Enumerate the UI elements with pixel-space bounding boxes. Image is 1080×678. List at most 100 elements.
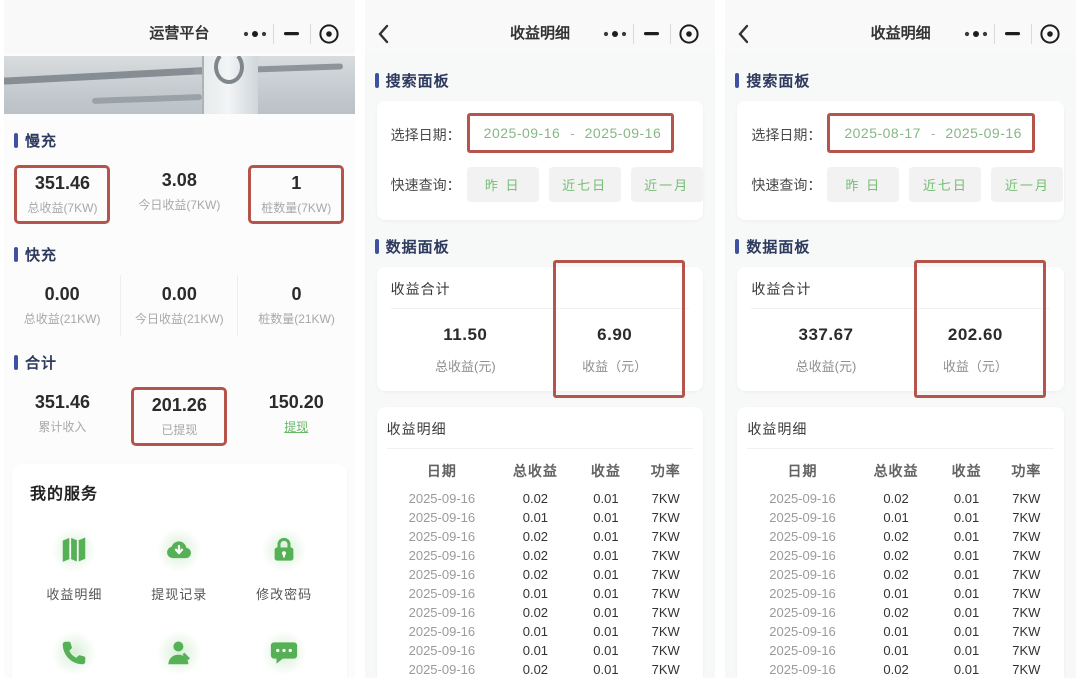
service-label: 收益明细 <box>46 587 103 602</box>
search-card: 选择日期： 2025-09-16 - 2025-09-16 快速查询： 昨 日 … <box>376 101 704 220</box>
target-circle-icon[interactable] <box>671 19 707 49</box>
yesterday-button[interactable]: 昨 日 <box>466 167 539 202</box>
table-body[interactable]: 2025-09-16 0.02 0.01 7KW 2025-09-16 0.01… <box>747 489 1054 678</box>
stat-value: 351.46 <box>34 173 90 193</box>
row-income: 0.01 <box>953 491 980 506</box>
more-dots-icon[interactable] <box>597 19 633 49</box>
summary-label: 收益（元） <box>582 359 648 374</box>
minimize-icon[interactable] <box>274 19 310 49</box>
target-circle-icon[interactable] <box>311 19 347 49</box>
row-total-income: 0.02 <box>883 548 909 563</box>
date-separator: - <box>930 125 936 141</box>
last-7-days-button[interactable]: 近七日 <box>909 167 982 202</box>
date-range-picker[interactable]: 2025-08-17 - 2025-09-16 <box>827 113 1035 153</box>
service-user-agreement[interactable]: 用户协议 <box>232 613 337 678</box>
summary-total-income: 11.50 总收益(元) <box>391 325 540 375</box>
income-detail-card: 收益明细 日期 总收益 收益 功率 2025-09-16 0.02 0.01 7… <box>737 407 1065 678</box>
service-withdraw-records[interactable]: 提现记录 <box>127 510 232 613</box>
table-row: 2025-09-16 0.02 0.01 7KW <box>747 565 1054 584</box>
date-select-label: 选择日期： <box>751 127 822 143</box>
row-date: 2025-09-16 <box>408 605 476 620</box>
row-date: 2025-09-16 <box>408 529 476 544</box>
header-income: 收益 <box>590 463 621 479</box>
header-date: 日期 <box>787 463 818 479</box>
last-7-days-button[interactable]: 近七日 <box>548 167 621 202</box>
income-detail-card: 收益明细 日期 总收益 收益 功率 2025-09-16 0.02 0.01 7… <box>376 407 704 678</box>
date-end[interactable]: 2025-09-16 <box>945 125 1022 141</box>
table-row: 2025-09-16 0.01 0.01 7KW <box>747 508 1054 527</box>
row-total-income: 0.02 <box>883 529 909 544</box>
withdraw-link[interactable]: 提现 <box>258 418 334 435</box>
window-controls <box>597 19 715 49</box>
stat-total-income-7kw: 351.46 总收益(7KW) <box>4 161 121 228</box>
row-power: 7KW <box>651 662 680 677</box>
date-start[interactable]: 2025-09-16 <box>484 125 561 141</box>
navbar: 收益明细 <box>364 0 716 54</box>
service-contact-support[interactable]: 联系客服 <box>22 613 127 678</box>
table-row: 2025-09-16 0.02 0.01 7KW <box>387 660 694 678</box>
row-income: 0.01 <box>953 586 980 601</box>
minimize-icon[interactable] <box>634 19 670 49</box>
stat-value: 3.08 <box>161 170 197 190</box>
section-bar <box>735 73 740 88</box>
income-detail-screen-day: 收益明细 搜索面板 选择日期： 2025-09-16 - 2025-09-16 … <box>364 0 716 678</box>
stat-withdrawn: 201.26 已提现 <box>121 383 238 450</box>
row-total-income: 0.01 <box>883 624 909 639</box>
charging-station-photo <box>4 56 355 114</box>
minimize-icon[interactable] <box>995 19 1031 49</box>
my-services-card: 我的服务 收益明细 提现记录 修改密码 <box>12 464 347 678</box>
back-chevron-icon[interactable] <box>737 20 761 48</box>
row-income: 0.01 <box>953 643 980 658</box>
table-body[interactable]: 2025-09-16 0.02 0.01 7KW 2025-09-16 0.01… <box>387 489 694 678</box>
summary-value: 337.67 <box>798 325 854 344</box>
row-date: 2025-09-16 <box>769 624 836 639</box>
table-row: 2025-09-16 0.01 0.01 7KW <box>387 508 694 527</box>
window-controls <box>237 19 355 49</box>
row-income: 0.01 <box>953 548 980 563</box>
section-title: 搜索面板 <box>385 73 450 90</box>
quick-query-label: 快速查询： <box>751 176 822 193</box>
section-bar <box>14 247 18 262</box>
row-income: 0.01 <box>953 567 980 582</box>
back-chevron-icon[interactable] <box>377 20 401 48</box>
date-select-row: 选择日期： 2025-08-17 - 2025-09-16 <box>751 113 1050 153</box>
row-date: 2025-09-16 <box>769 643 836 658</box>
stat-label: 总收益(7KW) <box>27 201 98 215</box>
last-month-button[interactable]: 近一月 <box>991 167 1064 202</box>
row-income: 0.01 <box>593 548 619 563</box>
service-change-password[interactable]: 修改密码 <box>232 510 337 613</box>
last-month-button[interactable]: 近一月 <box>630 167 703 202</box>
row-power: 7KW <box>1012 529 1041 544</box>
row-income: 0.01 <box>593 491 619 506</box>
table-header: 日期 总收益 收益 功率 <box>747 449 1054 489</box>
row-power: 7KW <box>651 586 680 601</box>
row-power: 7KW <box>1012 510 1041 525</box>
stat-value: 1 <box>291 173 302 193</box>
service-about-us[interactable]: 关于我们 <box>127 613 232 678</box>
row-total-income: 0.01 <box>522 510 549 525</box>
row-total-income: 0.02 <box>522 662 549 677</box>
more-dots-icon[interactable] <box>958 19 994 49</box>
date-end[interactable]: 2025-09-16 <box>585 125 662 141</box>
summary-value: 6.90 <box>597 325 633 344</box>
more-dots-icon[interactable] <box>237 19 273 49</box>
row-income: 0.01 <box>593 510 619 525</box>
target-circle-icon[interactable] <box>1032 19 1068 49</box>
service-income-detail[interactable]: 收益明细 <box>22 510 127 613</box>
date-range-picker[interactable]: 2025-09-16 - 2025-09-16 <box>466 113 675 153</box>
agreement-chat-icon <box>262 631 307 675</box>
table-row: 2025-09-16 0.01 0.01 7KW <box>387 641 694 660</box>
table-row: 2025-09-16 0.02 0.01 7KW <box>387 565 694 584</box>
row-income: 0.01 <box>953 510 980 525</box>
date-start[interactable]: 2025-08-17 <box>844 125 921 141</box>
map-icon <box>52 528 97 572</box>
section-bar <box>14 133 18 148</box>
header-power: 功率 <box>1011 463 1042 479</box>
window-controls <box>958 19 1076 49</box>
row-power: 7KW <box>1012 586 1041 601</box>
table-row: 2025-09-16 0.02 0.01 7KW <box>747 603 1054 622</box>
row-income: 0.01 <box>593 529 619 544</box>
row-date: 2025-09-16 <box>769 491 836 506</box>
yesterday-button[interactable]: 昨 日 <box>827 167 900 202</box>
stat-today-income-7kw: 3.08 今日收益(7KW) <box>121 161 238 228</box>
